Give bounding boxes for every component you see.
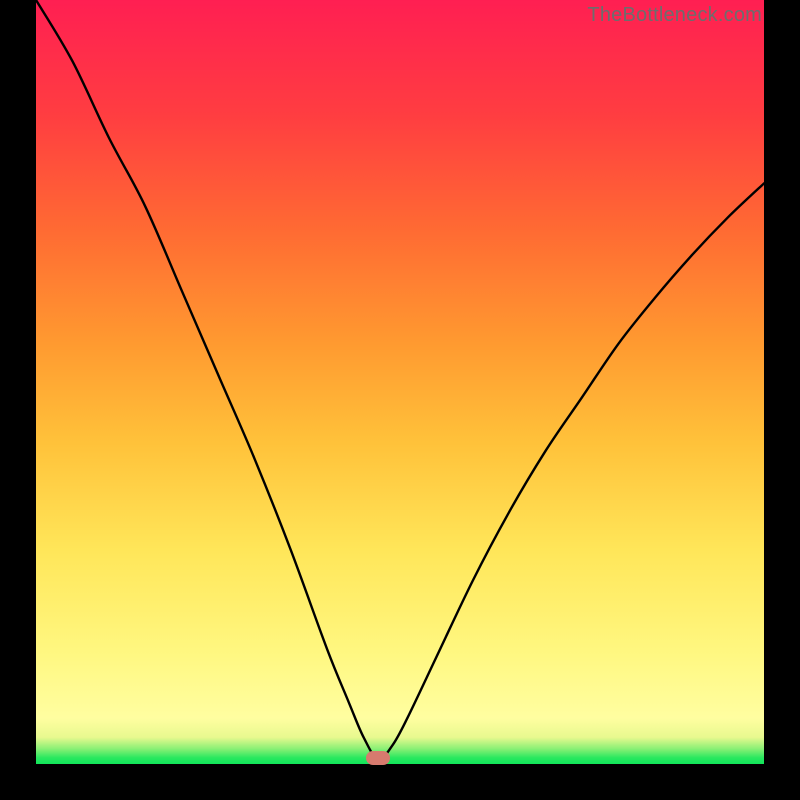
optimal-point-marker	[366, 751, 390, 765]
watermark-text: TheBottleneck.com	[587, 4, 762, 27]
chart-frame: TheBottleneck.com	[0, 0, 800, 800]
bottleneck-curve	[36, 0, 764, 764]
plot-area	[36, 0, 764, 764]
